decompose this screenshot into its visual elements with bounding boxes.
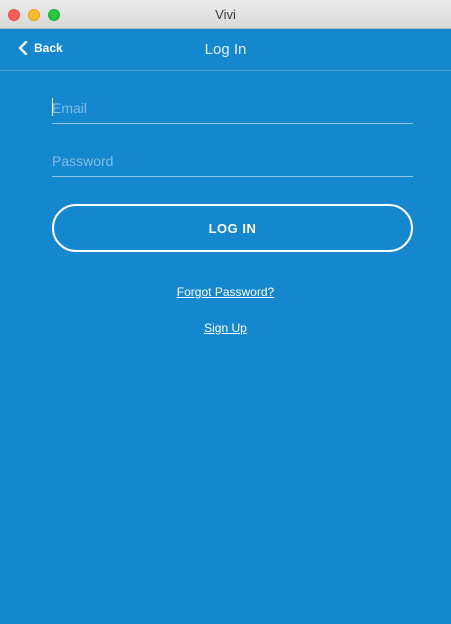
back-button[interactable]: Back [18,41,63,55]
page-title: Log In [204,41,247,58]
nav-header: Back Log In [0,29,451,71]
chevron-left-icon [18,41,28,55]
sign-up-link[interactable]: Sign Up [0,321,451,335]
app-window: Vivi Back Log In LOG IN Forgot Password?… [0,0,451,624]
back-label: Back [34,41,63,55]
window-titlebar: Vivi [0,0,451,29]
window-title: Vivi [215,7,236,22]
email-field-container [52,92,413,124]
password-field-container [52,145,413,177]
email-field[interactable] [52,92,413,123]
password-field[interactable] [52,145,413,176]
text-cursor [52,98,53,116]
login-button[interactable]: LOG IN [52,204,413,252]
forgot-password-link[interactable]: Forgot Password? [0,285,451,299]
